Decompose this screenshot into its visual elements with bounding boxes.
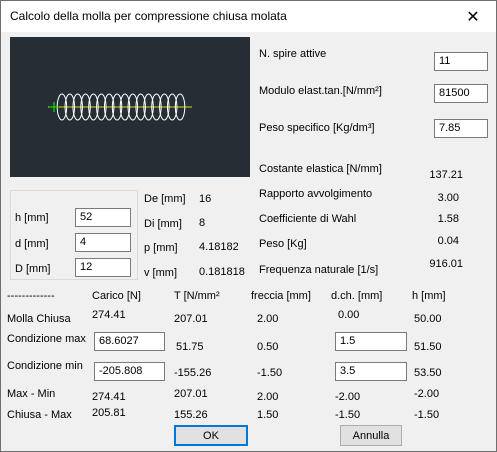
modulo-input[interactable]: 81500: [434, 84, 488, 103]
header-separator: -------------: [7, 290, 55, 302]
di-label: Di [mm]: [144, 218, 182, 230]
row-maxmin-freccia: 2.00: [257, 391, 279, 403]
row-maxmin-t: 207.01: [174, 388, 208, 400]
d-input[interactable]: 4: [75, 233, 131, 252]
v-label: v [mm]: [144, 267, 177, 279]
costante-value: 137.21: [429, 169, 463, 181]
row-molla-freccia: 2.00: [257, 313, 279, 325]
header-carico: Carico [N]: [92, 290, 141, 302]
d-label: d [mm]: [15, 238, 49, 250]
ok-button[interactable]: OK: [174, 425, 248, 446]
de-value: 16: [199, 193, 212, 205]
row-molla-dch: 0.00: [338, 309, 360, 321]
dialog-window: Calcolo della molla per compressione chi…: [0, 0, 497, 452]
row-min-label: Condizione min: [7, 360, 83, 372]
row-chiusa-t: 155.26: [174, 409, 208, 421]
row-maxmin-label: Max - Min: [7, 388, 56, 400]
peso-value: 0.04: [437, 235, 459, 247]
p-label: p [mm]: [144, 242, 178, 254]
costante-label: Costante elastica [N/mm]: [259, 163, 382, 175]
rapporto-label: Rapporto avvolgimento: [259, 188, 373, 200]
row-maxmin-carico: 274.41: [92, 391, 126, 403]
wahl-value: 1.58: [437, 213, 459, 225]
header-freccia: freccia [mm]: [251, 290, 311, 302]
dch-min-input[interactable]: 3.5: [335, 362, 407, 381]
row-chiusa-carico: 205.81: [92, 407, 126, 419]
p-value: 4.18182: [199, 241, 239, 253]
spire-input[interactable]: 11: [434, 52, 488, 71]
frequenza-value: 916.01: [429, 258, 463, 270]
row-molla-t: 207.01: [174, 313, 208, 325]
row-max-label: Condizione max: [7, 333, 86, 345]
carico-min-input[interactable]: -205.808: [94, 362, 165, 381]
row-chiusa-label: Chiusa - Max: [7, 409, 72, 421]
header-dch: d.ch. [mm]: [331, 290, 383, 302]
peso-label: Peso [Kg]: [259, 238, 307, 250]
carico-max-input[interactable]: 68.6027: [94, 332, 165, 351]
rapporto-value: 3.00: [437, 192, 459, 204]
window-title: Calcolo della molla per compressione chi…: [10, 9, 287, 23]
title-bar: Calcolo della molla per compressione chi…: [1, 1, 496, 32]
peso-specifico-label: Peso specifico [Kg/dm³]: [259, 122, 375, 134]
row-maxmin-dch: -2.00: [335, 391, 361, 403]
v-value: 0.181818: [199, 266, 245, 278]
row-chiusa-freccia: 1.50: [257, 409, 279, 421]
row-molla-h: 50.00: [414, 313, 442, 325]
close-icon[interactable]: ✕: [450, 1, 496, 32]
h-input[interactable]: 52: [75, 208, 131, 227]
row-molla-label: Molla Chiusa: [7, 313, 71, 325]
spire-label: N. spire attive: [259, 48, 327, 60]
row-chiusa-dch: -1.50: [335, 409, 361, 421]
modulo-label: Modulo elast.tan.[N/mm²]: [259, 85, 382, 97]
h-label: h [mm]: [15, 212, 49, 224]
wahl-label: Coefficiente di Wahl: [259, 213, 357, 225]
row-min-h: 53.50: [414, 367, 442, 379]
row-maxmin-h: -2.00: [414, 388, 440, 400]
row-max-h: 51.50: [414, 341, 442, 353]
header-t: T [N/mm²: [174, 290, 220, 302]
row-molla-carico: 274.41: [92, 309, 126, 321]
row-max-freccia: 0.50: [257, 341, 279, 353]
row-min-t: -155.26: [174, 367, 212, 379]
peso-specifico-input[interactable]: 7.85: [434, 119, 488, 138]
di-value: 8: [199, 217, 206, 229]
D-label: D [mm]: [15, 263, 51, 275]
header-h: h [mm]: [412, 290, 446, 302]
frequenza-label: Frequenza naturale [1/s]: [259, 264, 379, 276]
spring-preview: [10, 37, 250, 177]
row-min-freccia: -1.50: [257, 367, 283, 379]
cancel-button[interactable]: Annulla: [340, 425, 402, 446]
de-label: De [mm]: [144, 193, 186, 205]
row-max-t: 51.75: [176, 341, 204, 353]
D-input[interactable]: 12: [75, 258, 131, 277]
dch-max-input[interactable]: 1.5: [335, 332, 407, 351]
row-chiusa-h: -1.50: [414, 409, 440, 421]
spring-drawing: [48, 93, 192, 121]
